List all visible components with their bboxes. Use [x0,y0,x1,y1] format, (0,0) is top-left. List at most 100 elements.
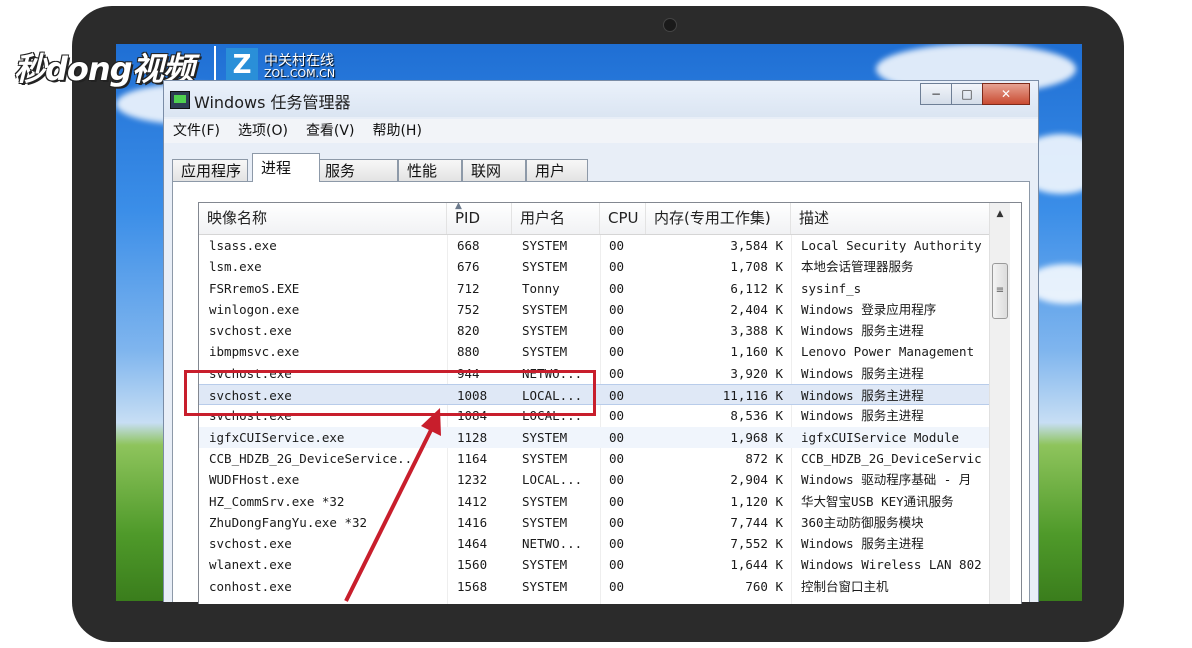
cell-desc: CCB_HDZB_2G_DeviceServic [801,450,982,466]
cell-user: SYSTEM [522,493,568,509]
menu-view[interactable]: 查看(V) [297,119,364,143]
cell-pid: 752 [457,301,480,317]
close-button[interactable]: ✕ [982,83,1030,105]
cell-desc: sysinf_s [801,280,862,296]
cell-desc: Windows 驱动程序基础 - 月 [801,472,972,488]
cell-cpu: 00 [609,388,625,404]
cell-pid: 1232 [457,472,488,488]
cell-mem: 3,388 K [730,323,783,339]
tab-services[interactable]: 服务 [316,159,398,181]
cell-user: SYSTEM [522,514,568,530]
cell-user: SYSTEM [522,323,568,339]
zol-en-text: ZOL.COM.CN [264,67,336,80]
cell-cpu: 00 [609,514,625,530]
column-header-row: 映像名称 PID ▲ 用户名 CPU 内存(专用工作集) 描述 [199,203,989,235]
cell-cpu: 00 [609,472,625,488]
table-row[interactable]: ZhuDongFangYu.exe *32 1416 SYSTEM 00 7,744 K… [199,512,989,533]
cell-pid: 1412 [457,493,488,509]
cell-desc: Windows 服务主进程 [801,365,924,381]
table-row[interactable]: conhost.exe 1568 SYSTEM 00 760 K 控制台窗口主机 [199,576,989,597]
table-row[interactable]: CCB_HDZB_2G_DeviceService... 1164 SYSTEM 00… [199,448,989,469]
cell-name: lsm.exe [209,259,262,275]
maximize-button[interactable]: □ [951,83,983,105]
tab-users[interactable]: 用户 [526,159,588,181]
cell-cpu: 00 [609,493,625,509]
table-row[interactable]: lsm.exe 676 SYSTEM 00 1,708 K 本地会话管理器服务 [199,256,989,277]
cell-cpu: 00 [609,450,625,466]
column-header-description[interactable]: 描述 [791,203,989,234]
cell-pid: 820 [457,323,480,339]
cell-pid: 676 [457,259,480,275]
cell-mem: 1,160 K [730,344,783,360]
column-header-memory[interactable]: 内存(专用工作集) [646,203,791,234]
table-row[interactable]: igfxCUIService.exe 1128 SYSTEM 00 1,968 K igf… [199,426,989,448]
table-row[interactable]: svchost.exe 820 SYSTEM 00 3,388 K Windows 服务主… [199,320,989,341]
cell-pid: 712 [457,280,480,296]
cell-user: NETWO... [522,536,583,552]
cell-name: igfxCUIService.exe [209,429,345,445]
table-row[interactable]: svchost.exe 1464 NETWO... 00 7,552 K Windows … [199,533,989,554]
cell-desc: Windows 服务主进程 [801,323,924,339]
menu-help[interactable]: 帮助(H) [363,119,430,143]
menu-options[interactable]: 选项(O) [229,119,297,143]
cell-name: lsass.exe [209,238,277,253]
cell-cpu: 00 [609,429,625,445]
cell-name: svchost.exe [209,536,292,552]
tab-applications[interactable]: 应用程序 [172,159,248,181]
tab-processes[interactable]: 进程 [252,153,320,182]
cell-mem: 1,644 K [730,557,783,573]
scrollbar-thumb[interactable]: ≡ [992,263,1008,319]
table-row[interactable]: FSRremoS.EXE 712 Tonny 00 6,112 K sysinf_s [199,278,989,299]
title-bar[interactable]: Windows 任务管理器 − □ ✕ [164,81,1038,117]
cell-pid: 880 [457,344,480,360]
cell-name: conhost.exe [209,578,292,594]
cell-mem: 3,584 K [730,238,783,253]
cell-pid: 668 [457,238,480,253]
cell-desc: Local Security Authority [801,238,982,253]
cell-name: WUDFHost.exe [209,472,300,488]
cell-name: ibmpmsvc.exe [209,344,300,360]
table-row[interactable]: HZ_CommSrv.exe *32 1412 SYSTEM 00 1,120 K 华大智… [199,491,989,512]
cell-pid: 1416 [457,514,488,530]
table-row[interactable]: lsass.exe 668 SYSTEM 00 3,584 K Local Securit… [199,235,989,256]
scroll-up-icon[interactable]: ▲ [990,203,1010,225]
cell-cpu: 00 [609,557,625,573]
cell-mem: 2,404 K [730,301,783,317]
cell-name: HZ_CommSrv.exe *32 [209,493,345,509]
cell-cpu: 00 [609,344,625,360]
tab-performance[interactable]: 性能 [398,159,462,181]
column-header-cpu[interactable]: CPU [600,203,646,234]
table-row[interactable]: winlogon.exe 752 SYSTEM 00 2,404 K Windows 登录… [199,299,989,320]
tab-networking[interactable]: 联网 [462,159,526,181]
cell-desc: 华大智宝USB KEY通讯服务 [801,493,954,509]
cell-name: FSRremoS.EXE [209,280,300,296]
cell-name: winlogon.exe [209,301,300,317]
task-manager-window: Windows 任务管理器 − □ ✕ 文件(F) 选项(O) 查看(V) 帮助… [163,80,1039,604]
cell-mem: 760 K [745,578,783,594]
table-row[interactable]: ibmpmsvc.exe 880 SYSTEM 00 1,160 K Lenovo Pow… [199,341,989,362]
task-manager-icon [170,91,190,109]
cell-mem: 11,116 K [722,388,783,404]
menu-bar: 文件(F) 选项(O) 查看(V) 帮助(H) [164,119,1038,143]
cell-cpu: 00 [609,259,625,275]
table-row[interactable]: wlanext.exe 1560 SYSTEM 00 1,644 K Windows Wi… [199,554,989,575]
cell-user: SYSTEM [522,557,568,573]
cell-mem: 7,744 K [730,514,783,530]
cell-desc: Windows Wireless LAN 802 [801,557,982,573]
cell-desc: 控制台窗口主机 [801,578,889,594]
zol-mark-icon: Z [226,48,258,82]
column-header-image-name[interactable]: 映像名称 [199,203,447,234]
column-header-user[interactable]: 用户名 [512,203,600,234]
vertical-scrollbar[interactable]: ▲ ≡ [989,203,1010,604]
sort-ascending-icon: ▲ [455,202,462,211]
minimize-button[interactable]: − [920,83,952,105]
menu-file[interactable]: 文件(F) [164,119,229,143]
cell-desc: 本地会话管理器服务 [801,259,914,275]
cell-user: SYSTEM [522,301,568,317]
cell-cpu: 00 [609,238,625,253]
cell-mem: 6,112 K [730,280,783,296]
cell-pid: 1464 [457,536,488,552]
table-row[interactable]: WUDFHost.exe 1232 LOCAL... 00 2,904 K Windows… [199,469,989,490]
cell-cpu: 00 [609,365,625,381]
cell-mem: 872 K [745,450,783,466]
